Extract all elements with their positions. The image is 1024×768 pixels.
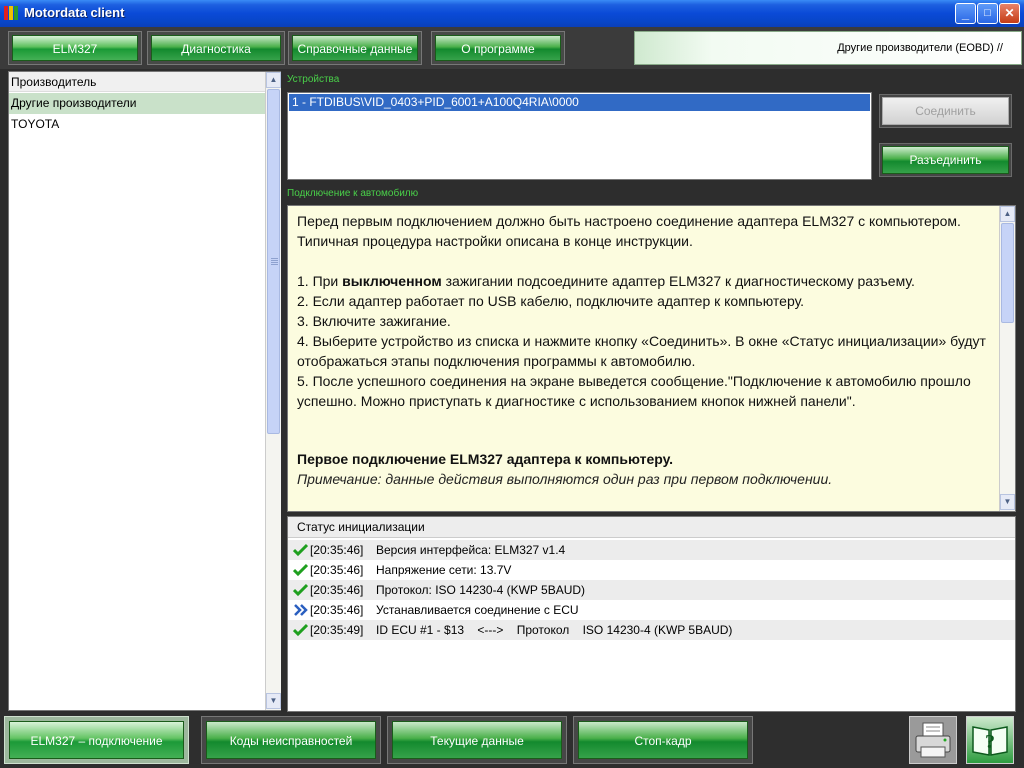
minimize-button[interactable]: _ bbox=[955, 3, 976, 24]
scrollbar-thumb[interactable] bbox=[267, 89, 280, 434]
instructions-scrollbar[interactable]: ▲ ▼ bbox=[999, 206, 1015, 511]
tab-about[interactable]: О программе bbox=[431, 31, 565, 65]
manufacturer-list-scrollbar[interactable]: ▲ ▼ bbox=[265, 72, 281, 710]
svg-text:?: ? bbox=[985, 731, 995, 753]
instructions-text: Перед первым подключением должно быть на… bbox=[297, 211, 997, 489]
scroll-down-arrow-icon[interactable]: ▼ bbox=[266, 693, 281, 709]
print-button[interactable] bbox=[909, 716, 957, 764]
check-icon bbox=[293, 563, 308, 577]
scroll-up-arrow-icon[interactable]: ▲ bbox=[266, 72, 281, 88]
status-time: [20:35:46] bbox=[310, 563, 364, 577]
init-status-header: Статус инициализации bbox=[288, 517, 1015, 538]
status-message: Устанавливается соединение с ECU bbox=[376, 603, 579, 617]
live-data-button[interactable]: Текущие данные bbox=[387, 716, 567, 764]
tab-diagnostics-label: Диагностика bbox=[151, 35, 281, 61]
manufacturer-item-other[interactable]: Другие производители bbox=[9, 93, 265, 114]
maximize-button[interactable]: □ bbox=[977, 3, 998, 24]
app-window: Motordata client _ □ ✕ ELM327 Диагностик… bbox=[0, 0, 1024, 768]
instructions-step-4: 4. Выберите устройство из списка и нажми… bbox=[297, 333, 986, 369]
device-list: 1 - FTDIBUS\VID_0403+PID_6001+A100Q4RIA\… bbox=[287, 92, 872, 180]
instructions-step-2: 2. Если адаптер работает по USB кабелю, … bbox=[297, 293, 805, 309]
status-message: Протокол: ISO 14230-4 (KWP 5BAUD) bbox=[376, 583, 586, 597]
instructions-step-1: 1. При выключенном зажигании подсоединит… bbox=[297, 273, 915, 289]
app-icon bbox=[4, 5, 20, 21]
manufacturer-item-toyota[interactable]: TOYOTA bbox=[9, 114, 265, 135]
check-icon bbox=[293, 543, 308, 557]
tab-diagnostics[interactable]: Диагностика bbox=[147, 31, 285, 65]
instructions-step-5: 5. После успешного соединения на экране … bbox=[297, 373, 971, 409]
manufacturer-list: Производитель Другие производители TOYOT… bbox=[8, 71, 281, 711]
live-data-label: Текущие данные bbox=[392, 721, 562, 759]
title-bar[interactable]: Motordata client _ □ ✕ bbox=[0, 0, 1024, 27]
freeze-frame-label: Стоп-кадр bbox=[578, 721, 748, 759]
help-book-icon: ? bbox=[972, 726, 1008, 756]
disconnect-button[interactable]: Разъединить bbox=[879, 143, 1012, 177]
tab-elm327-label: ELM327 bbox=[12, 35, 138, 61]
manufacturer-list-header: Производитель bbox=[9, 72, 265, 92]
bottom-bar: ELM327 – подключение Коды неисправностей… bbox=[0, 712, 1024, 768]
elm327-connection-button[interactable]: ELM327 – подключение bbox=[4, 716, 189, 764]
status-row: [20:35:46] Протокол: ISO 14230-4 (KWP 5B… bbox=[288, 580, 1015, 600]
status-time: [20:35:49] bbox=[310, 623, 364, 637]
instructions-step-3: 3. Включите зажигание. bbox=[297, 313, 451, 329]
connect-button[interactable]: Соединить bbox=[879, 94, 1012, 128]
top-menu: ELM327 Диагностика Справочные данные О п… bbox=[0, 27, 1024, 69]
disconnect-button-label: Разъединить bbox=[882, 146, 1009, 174]
tab-reference-data[interactable]: Справочные данные bbox=[288, 31, 422, 65]
status-row: [20:35:46] Напряжение сети: 13.7V bbox=[288, 560, 1015, 580]
instructions-intro: Перед первым подключением должно быть на… bbox=[297, 213, 961, 249]
init-status-panel: Статус инициализации [20:35:46] Версия и… bbox=[287, 516, 1016, 712]
status-time: [20:35:46] bbox=[310, 543, 364, 557]
printer-icon bbox=[915, 722, 951, 758]
close-button[interactable]: ✕ bbox=[999, 3, 1020, 24]
scrollbar-thumb[interactable] bbox=[1001, 223, 1014, 323]
manufacturer-info-panel: Другие производители (EOBD) // bbox=[634, 31, 1022, 65]
manufacturer-info-text: Другие производители (EOBD) // bbox=[837, 42, 1003, 54]
device-item[interactable]: 1 - FTDIBUS\VID_0403+PID_6001+A100Q4RIA\… bbox=[289, 94, 870, 111]
fault-codes-button[interactable]: Коды неисправностей bbox=[201, 716, 381, 764]
instructions-note: Примечание: данные действия выполняются … bbox=[297, 471, 833, 487]
status-time: [20:35:46] bbox=[310, 583, 364, 597]
status-message: ID ECU #1 - $13 <---> Протокол ISO 14230… bbox=[376, 623, 733, 637]
help-button[interactable]: ? bbox=[966, 716, 1014, 764]
tab-reference-data-label: Справочные данные bbox=[292, 35, 418, 61]
car-connection-label: Подключение к автомобилю bbox=[287, 188, 419, 199]
elm327-connection-label: ELM327 – подключение bbox=[9, 721, 184, 759]
scroll-down-arrow-icon[interactable]: ▼ bbox=[1000, 494, 1015, 510]
fault-codes-label: Коды неисправностей bbox=[206, 721, 376, 759]
status-time: [20:35:46] bbox=[310, 603, 364, 617]
status-message: Версия интерфейса: ELM327 v1.4 bbox=[376, 543, 566, 557]
double-chevron-icon bbox=[294, 604, 308, 616]
freeze-frame-button[interactable]: Стоп-кадр bbox=[573, 716, 753, 764]
status-message: Напряжение сети: 13.7V bbox=[376, 563, 512, 577]
check-icon bbox=[293, 583, 308, 597]
status-row: [20:35:46] Версия интерфейса: ELM327 v1.… bbox=[288, 540, 1015, 560]
tab-elm327[interactable]: ELM327 bbox=[8, 31, 142, 65]
scroll-up-arrow-icon[interactable]: ▲ bbox=[1000, 206, 1015, 222]
window-title: Motordata client bbox=[24, 5, 125, 20]
devices-label: Устройства bbox=[287, 74, 340, 85]
status-row: [20:35:49] ID ECU #1 - $13 <---> Протоко… bbox=[288, 620, 1015, 640]
connect-button-label: Соединить bbox=[882, 97, 1009, 125]
instructions-panel: Перед первым подключением должно быть на… bbox=[287, 205, 1016, 512]
tab-about-label: О программе bbox=[435, 35, 561, 61]
instructions-heading: Первое подключение ELM327 адаптера к ком… bbox=[297, 451, 674, 467]
check-icon bbox=[293, 623, 308, 637]
status-row: [20:35:46] Устанавливается соединение с … bbox=[288, 600, 1015, 620]
